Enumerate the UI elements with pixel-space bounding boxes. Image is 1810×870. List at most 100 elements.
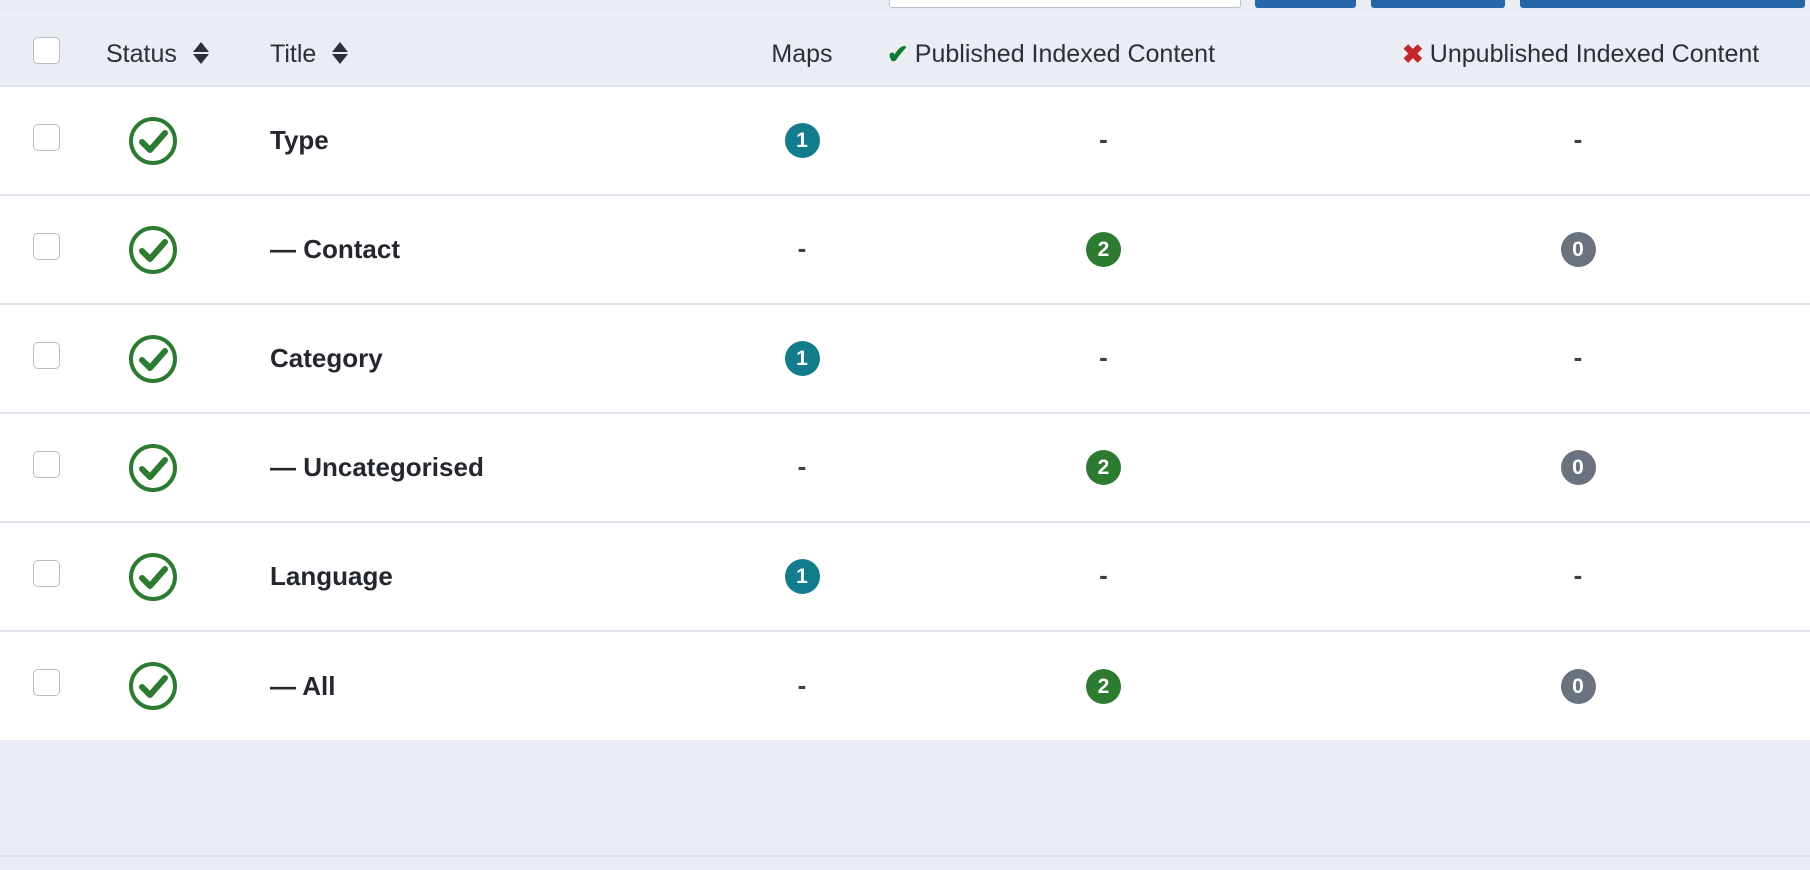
unpublished-count-badge: - [1574,344,1583,370]
unpublished-count-badge: - [1574,562,1583,588]
column-header-maps: Maps [747,23,857,86]
row-title-label: Language [270,561,393,591]
row-title-label: Category [270,343,383,373]
sort-toggle-icon[interactable] [332,40,348,66]
maps-count-badge: - [798,235,807,261]
column-header-title[interactable]: Title [232,23,747,86]
indexed-content-table-wrapper: Status Title Maps ✔Published Indexed Con… [0,23,1810,740]
row-title-cell[interactable]: — Contact [232,195,747,304]
row-maps-cell: - [747,413,857,522]
column-header-unpublished-label: Unpublished Indexed Content [1430,40,1759,68]
row-maps-cell: - [747,631,857,740]
published-count-badge: - [1099,126,1108,152]
maps-count-badge[interactable]: 1 [785,123,820,158]
unpublished-count-badge[interactable]: 0 [1561,450,1596,485]
table-header: Status Title Maps ✔Published Indexed Con… [0,23,1810,86]
row-title-cell[interactable]: — All [232,631,747,740]
row-title-label: — Uncategorised [270,452,484,482]
column-header-maps-label: Maps [771,40,832,68]
row-published-cell: - [857,86,1372,195]
column-header-title-label: Title [270,40,316,68]
row-checkbox[interactable] [33,560,60,587]
row-maps-cell: - [747,195,857,304]
table-row[interactable]: Type 1 - - [0,86,1810,195]
row-title-cell[interactable]: Language [232,522,747,631]
row-title-cell[interactable]: Category [232,304,747,413]
circle-check-icon [127,224,179,276]
published-count-badge: - [1099,344,1108,370]
row-title-cell[interactable]: — Uncategorised [232,413,747,522]
page-root: Status Title Maps ✔Published Indexed Con… [0,0,1810,870]
row-status-cell[interactable] [92,86,232,195]
row-select-cell [0,413,92,522]
row-maps-cell: 1 [747,304,857,413]
toolbar-strip [0,0,1810,9]
table-row[interactable]: — Uncategorised - 2 0 [0,413,1810,522]
circle-check-icon [127,115,179,167]
toolbar-button-1[interactable] [1255,0,1356,8]
circle-check-icon [127,660,179,712]
row-published-cell: 2 [857,195,1372,304]
row-select-cell [0,86,92,195]
maps-count-badge: - [798,672,807,698]
unpublished-count-badge[interactable]: 0 [1561,232,1596,267]
row-checkbox[interactable] [33,451,60,478]
row-unpublished-cell: - [1372,304,1810,413]
toolbar-divider [0,9,1810,23]
maps-count-badge: - [798,453,807,479]
row-checkbox[interactable] [33,669,60,696]
row-checkbox[interactable] [33,124,60,151]
row-unpublished-cell: 0 [1372,195,1810,304]
row-status-cell[interactable] [92,413,232,522]
row-published-cell: 2 [857,631,1372,740]
row-title-label: Type [270,125,329,155]
published-count-badge: - [1099,562,1108,588]
published-count-badge[interactable]: 2 [1086,450,1121,485]
table-row[interactable]: Category 1 - - [0,304,1810,413]
row-select-cell [0,631,92,740]
column-header-published-label: Published Indexed Content [915,40,1215,68]
table-bottom-edge [0,855,1810,870]
row-unpublished-cell: - [1372,522,1810,631]
published-count-badge[interactable]: 2 [1086,669,1121,704]
row-status-cell[interactable] [92,631,232,740]
table-header-row: Status Title Maps ✔Published Indexed Con… [0,23,1810,86]
unpublished-count-badge[interactable]: 0 [1561,669,1596,704]
row-status-cell[interactable] [92,304,232,413]
row-select-cell [0,522,92,631]
table-row[interactable]: — All - 2 0 [0,631,1810,740]
row-title-label: — Contact [270,234,400,264]
row-published-cell: - [857,304,1372,413]
circle-check-icon [127,551,179,603]
column-header-status-label: Status [106,40,177,68]
maps-count-badge[interactable]: 1 [785,341,820,376]
row-title-label: — All [270,671,335,701]
row-status-cell[interactable] [92,195,232,304]
row-checkbox[interactable] [33,233,60,260]
published-count-badge[interactable]: 2 [1086,232,1121,267]
row-published-cell: - [857,522,1372,631]
row-select-cell [0,304,92,413]
column-header-status[interactable]: Status [92,23,232,86]
row-checkbox[interactable] [33,342,60,369]
row-maps-cell: 1 [747,86,857,195]
circle-check-icon [127,442,179,494]
table-row[interactable]: Language 1 - - [0,522,1810,631]
select-all-checkbox[interactable] [33,37,60,64]
table-row[interactable]: — Contact - 2 0 [0,195,1810,304]
sort-toggle-icon[interactable] [193,40,209,66]
table-body: Type1--— Contact-20Category1--— Uncatego… [0,86,1810,740]
column-header-unpublished: ✖Unpublished Indexed Content [1372,23,1810,86]
unpublished-count-badge: - [1574,126,1583,152]
row-title-cell[interactable]: Type [232,86,747,195]
row-select-cell [0,195,92,304]
row-unpublished-cell: 0 [1372,631,1810,740]
row-published-cell: 2 [857,413,1372,522]
toolbar-button-3[interactable] [1520,0,1805,8]
toolbar-button-2[interactable] [1371,0,1505,8]
search-input[interactable] [889,0,1241,8]
row-status-cell[interactable] [92,522,232,631]
maps-count-badge[interactable]: 1 [785,559,820,594]
cross-icon: ✖ [1402,39,1424,69]
column-header-published: ✔Published Indexed Content [857,23,1372,86]
